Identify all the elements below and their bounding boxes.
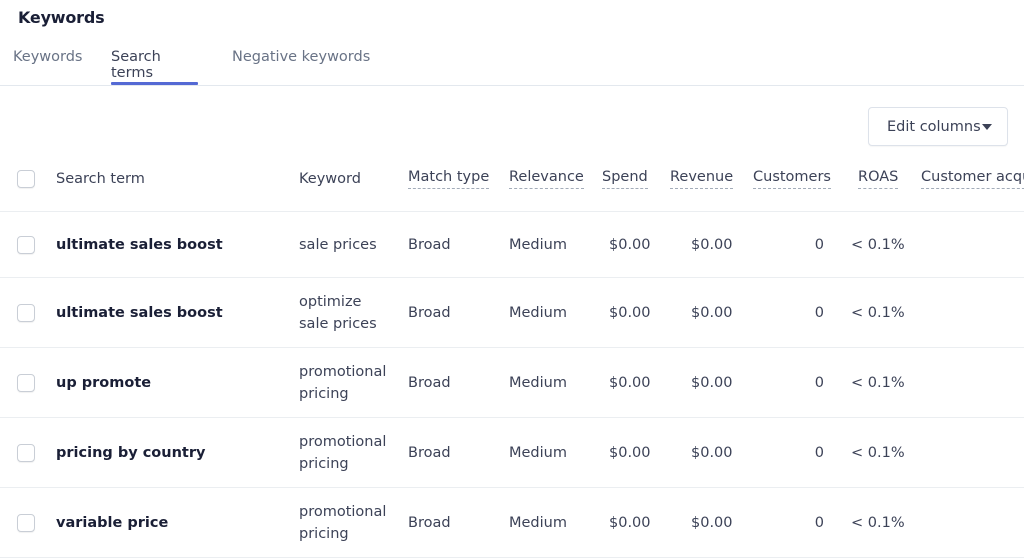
column-header-search-term[interactable]: Search term bbox=[56, 168, 145, 190]
table-row[interactable]: up promote promotional pricing Broad Medium… bbox=[0, 348, 1024, 418]
row-checkbox[interactable] bbox=[17, 444, 35, 462]
match-type-cell: Broad bbox=[408, 305, 451, 321]
row-checkbox[interactable] bbox=[17, 374, 35, 392]
search-term-cell[interactable]: variable price bbox=[56, 512, 168, 534]
keyword-cell: optimize sale prices bbox=[299, 294, 377, 332]
revenue-cell: $0.00 bbox=[691, 445, 733, 461]
column-header-revenue[interactable]: Revenue bbox=[670, 168, 734, 189]
roas-cell: < 0.1% bbox=[851, 305, 905, 321]
relevance-cell: Medium bbox=[509, 375, 567, 391]
table-row[interactable]: ultimate sales boost optimize sale prices… bbox=[0, 278, 1024, 348]
match-type-cell: Broad bbox=[408, 445, 451, 461]
edit-columns-button[interactable]: Edit columns bbox=[868, 107, 1008, 146]
column-header-match-type[interactable]: Match type bbox=[408, 168, 490, 189]
row-checkbox[interactable] bbox=[17, 236, 35, 254]
column-header-customers[interactable]: Customers bbox=[753, 168, 831, 189]
search-terms-table: Search term Keyword Match type Relevance… bbox=[0, 148, 1024, 558]
tab-negative-keywords[interactable]: Negative keywords bbox=[232, 49, 370, 85]
revenue-cell: $0.00 bbox=[691, 375, 733, 391]
customers-cell: 0 bbox=[814, 305, 824, 321]
customers-cell: 0 bbox=[814, 515, 824, 531]
roas-cell: < 0.1% bbox=[851, 515, 905, 531]
search-term-cell[interactable]: ultimate sales boost bbox=[56, 234, 223, 256]
search-term-cell[interactable]: up promote bbox=[56, 372, 151, 394]
column-header-roas[interactable]: ROAS bbox=[858, 168, 899, 189]
spend-cell: $0.00 bbox=[609, 515, 651, 531]
customers-cell: 0 bbox=[814, 375, 824, 391]
tab-search-terms[interactable]: Search terms bbox=[111, 49, 198, 85]
column-header-relevance[interactable]: Relevance bbox=[509, 168, 584, 189]
revenue-cell: $0.00 bbox=[691, 515, 733, 531]
row-checkbox[interactable] bbox=[17, 514, 35, 532]
keyword-cell: promotional pricing bbox=[299, 504, 387, 542]
spend-cell: $0.00 bbox=[609, 375, 651, 391]
column-header-keyword[interactable]: Keyword bbox=[299, 168, 361, 190]
customers-cell: 0 bbox=[814, 237, 824, 253]
caret-down-icon bbox=[982, 124, 992, 130]
search-term-cell[interactable]: ultimate sales boost bbox=[56, 302, 223, 324]
relevance-cell: Medium bbox=[509, 305, 567, 321]
keyword-cell: sale prices bbox=[299, 237, 377, 253]
row-checkbox[interactable] bbox=[17, 304, 35, 322]
spend-cell: $0.00 bbox=[609, 445, 651, 461]
roas-cell: < 0.1% bbox=[851, 445, 905, 461]
roas-cell: < 0.1% bbox=[851, 375, 905, 391]
tab-keywords[interactable]: Keywords bbox=[13, 49, 82, 85]
roas-cell: < 0.1% bbox=[851, 237, 905, 253]
search-term-cell[interactable]: pricing by country bbox=[56, 442, 205, 464]
keyword-cell: promotional pricing bbox=[299, 434, 387, 472]
table-header-row: Search term Keyword Match type Relevance… bbox=[0, 148, 1024, 212]
column-header-customer-acquisition[interactable]: Customer acqui bbox=[921, 168, 1024, 189]
table-row[interactable]: pricing by country promotional pricing Bro… bbox=[0, 418, 1024, 488]
relevance-cell: Medium bbox=[509, 445, 567, 461]
spend-cell: $0.00 bbox=[609, 305, 651, 321]
keyword-cell: promotional pricing bbox=[299, 364, 387, 402]
relevance-cell: Medium bbox=[509, 237, 567, 253]
table-row[interactable]: ultimate sales boost sale prices Broad Medi… bbox=[0, 212, 1024, 278]
page-title: Keywords bbox=[18, 8, 105, 27]
revenue-cell: $0.00 bbox=[691, 305, 733, 321]
select-all-checkbox[interactable] bbox=[17, 170, 35, 188]
match-type-cell: Broad bbox=[408, 515, 451, 531]
table-row[interactable]: variable price promotional pricing Broad Me… bbox=[0, 488, 1024, 558]
customers-cell: 0 bbox=[814, 445, 824, 461]
match-type-cell: Broad bbox=[408, 375, 451, 391]
match-type-cell: Broad bbox=[408, 237, 451, 253]
revenue-cell: $0.00 bbox=[691, 237, 733, 253]
spend-cell: $0.00 bbox=[609, 237, 651, 253]
tab-bar: Keywords Search terms Negative keywords bbox=[0, 44, 1024, 86]
column-header-spend[interactable]: Spend bbox=[602, 168, 648, 189]
relevance-cell: Medium bbox=[509, 515, 567, 531]
edit-columns-label: Edit columns bbox=[887, 118, 981, 135]
